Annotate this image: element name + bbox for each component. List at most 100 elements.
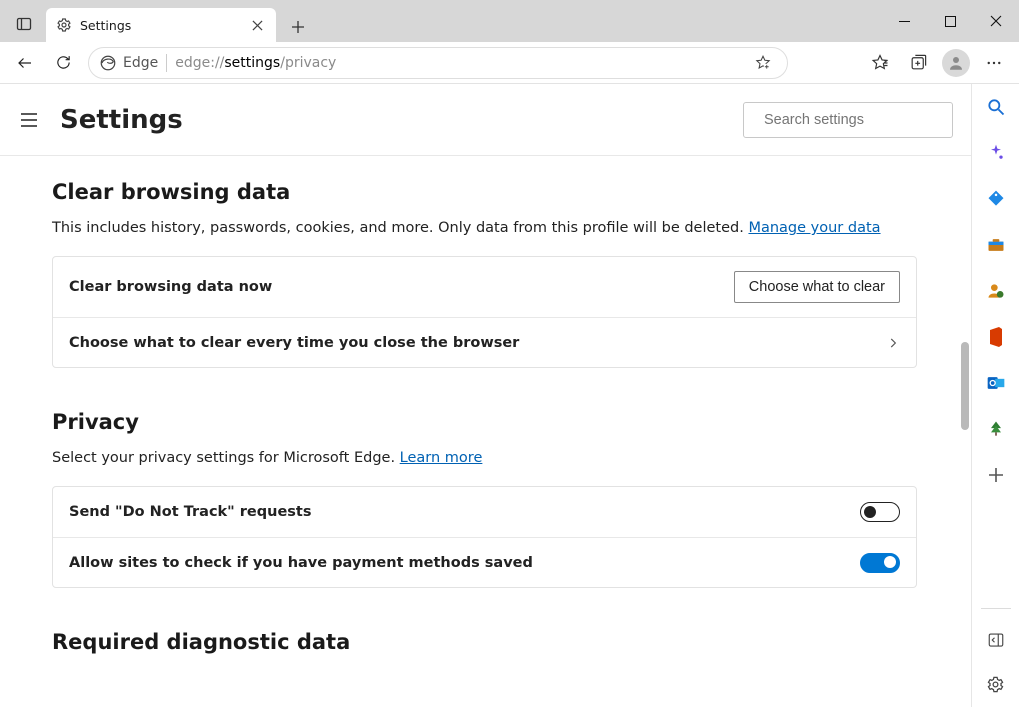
tab-label: Settings xyxy=(80,18,248,33)
tab-actions-icon xyxy=(16,16,32,32)
sidebar-tools-button[interactable] xyxy=(983,232,1009,258)
section-privacy: Privacy Select your privacy settings for… xyxy=(52,410,917,588)
body-area: Settings Clear browsing data This includ… xyxy=(0,84,1019,707)
url-host: settings xyxy=(224,55,280,71)
section-clear-browsing-data: Clear browsing data This includes histor… xyxy=(52,180,917,368)
row-clear-on-close[interactable]: Choose what to clear every time you clos… xyxy=(53,317,916,367)
section-desc-text: This includes history, passwords, cookie… xyxy=(52,220,748,236)
plus-icon xyxy=(291,20,305,34)
row-label: Allow sites to check if you have payment… xyxy=(69,555,860,571)
tree-icon xyxy=(986,419,1006,439)
row-payment-check: Allow sites to check if you have payment… xyxy=(53,537,916,587)
gear-icon xyxy=(56,17,72,33)
favorites-button[interactable] xyxy=(863,46,897,80)
tag-icon xyxy=(986,189,1006,209)
sidebar-bottom xyxy=(972,608,1019,697)
close-icon xyxy=(252,20,263,31)
clear-data-card: Clear browsing data now Choose what to c… xyxy=(52,256,917,368)
briefcase-icon xyxy=(986,235,1006,255)
star-list-icon xyxy=(870,53,890,73)
gear-icon xyxy=(986,675,1005,694)
back-arrow-icon xyxy=(16,54,34,72)
window-controls xyxy=(881,0,1019,42)
section-description: This includes history, passwords, cookie… xyxy=(52,220,917,236)
close-window-button[interactable] xyxy=(973,0,1019,42)
settings-search[interactable] xyxy=(743,102,953,138)
maximize-button[interactable] xyxy=(927,0,973,42)
menu-button[interactable] xyxy=(977,46,1011,80)
section-diagnostic-data: Required diagnostic data xyxy=(52,630,917,654)
new-tab-button[interactable] xyxy=(283,12,313,42)
settings-nav-toggle[interactable] xyxy=(18,109,40,131)
url-prefix: edge:// xyxy=(175,55,224,71)
do-not-track-toggle[interactable] xyxy=(860,502,900,522)
ellipsis-icon xyxy=(985,54,1003,72)
row-label: Choose what to clear every time you clos… xyxy=(69,335,886,351)
settings-header: Settings xyxy=(0,84,971,156)
search-icon xyxy=(986,97,1006,117)
minimize-icon xyxy=(899,16,910,27)
person-badge-icon xyxy=(986,281,1006,301)
refresh-button[interactable] xyxy=(46,46,80,80)
plus-icon xyxy=(988,467,1004,483)
back-button[interactable] xyxy=(8,46,42,80)
minimize-button[interactable] xyxy=(881,0,927,42)
address-trailing xyxy=(749,49,777,77)
profile-button[interactable] xyxy=(939,46,973,80)
sidebar-shopping-button[interactable] xyxy=(983,186,1009,212)
tab-strip: Settings xyxy=(0,0,313,42)
section-desc-text: Select your privacy settings for Microso… xyxy=(52,450,400,466)
content-scroll[interactable]: Clear browsing data This includes histor… xyxy=(0,156,971,707)
sparkle-icon xyxy=(986,143,1006,163)
sidebar-settings-button[interactable] xyxy=(983,671,1009,697)
tab-actions-button[interactable] xyxy=(6,6,42,42)
sidebar-office-button[interactable] xyxy=(983,324,1009,350)
site-identity-label: Edge xyxy=(123,55,158,71)
page-title: Settings xyxy=(60,105,183,135)
privacy-learn-more-link[interactable]: Learn more xyxy=(400,450,483,466)
scrollbar-thumb[interactable] xyxy=(961,342,969,430)
edge-sidebar xyxy=(971,84,1019,707)
sidebar-add-button[interactable] xyxy=(983,462,1009,488)
address-bar[interactable]: Edge edge://settings/privacy xyxy=(88,47,788,79)
collections-icon xyxy=(909,53,928,72)
settings-search-input[interactable] xyxy=(764,112,951,128)
outlook-icon xyxy=(986,373,1006,393)
title-bar: Settings xyxy=(0,0,1019,42)
section-title: Clear browsing data xyxy=(52,180,917,204)
refresh-icon xyxy=(55,54,72,71)
url-path: /privacy xyxy=(280,55,336,71)
close-icon xyxy=(990,15,1002,27)
hamburger-icon xyxy=(20,111,38,129)
collections-button[interactable] xyxy=(901,46,935,80)
person-icon xyxy=(947,54,965,72)
address-divider xyxy=(166,54,167,72)
privacy-card: Send "Do Not Track" requests Allow sites… xyxy=(52,486,917,588)
sidebar-hide-button[interactable] xyxy=(983,627,1009,653)
tab-close-button[interactable] xyxy=(248,16,266,34)
url-text: edge://settings/privacy xyxy=(175,55,741,71)
edge-logo-icon xyxy=(99,54,117,72)
sidebar-search-button[interactable] xyxy=(983,94,1009,120)
site-identity[interactable]: Edge xyxy=(99,54,158,72)
sidebar-games-button[interactable] xyxy=(983,278,1009,304)
browser-tab[interactable]: Settings xyxy=(46,8,276,42)
collapse-panel-icon xyxy=(987,631,1005,649)
payment-check-toggle[interactable] xyxy=(860,553,900,573)
settings-viewport: Settings Clear browsing data This includ… xyxy=(0,84,971,707)
star-add-icon xyxy=(754,54,772,72)
settings-content: Clear browsing data This includes histor… xyxy=(0,156,971,654)
avatar xyxy=(942,49,970,77)
sidebar-drop-button[interactable] xyxy=(983,416,1009,442)
row-label: Clear browsing data now xyxy=(69,279,734,295)
row-label: Send "Do Not Track" requests xyxy=(69,504,860,520)
favorite-button[interactable] xyxy=(749,49,777,77)
chevron-right-icon xyxy=(886,336,900,350)
sidebar-outlook-button[interactable] xyxy=(983,370,1009,396)
sidebar-discover-button[interactable] xyxy=(983,140,1009,166)
manage-data-link[interactable]: Manage your data xyxy=(748,220,880,236)
choose-what-to-clear-button[interactable]: Choose what to clear xyxy=(734,271,900,303)
row-clear-now: Clear browsing data now Choose what to c… xyxy=(53,257,916,317)
toolbar-right xyxy=(863,46,1011,80)
section-description: Select your privacy settings for Microso… xyxy=(52,450,917,466)
